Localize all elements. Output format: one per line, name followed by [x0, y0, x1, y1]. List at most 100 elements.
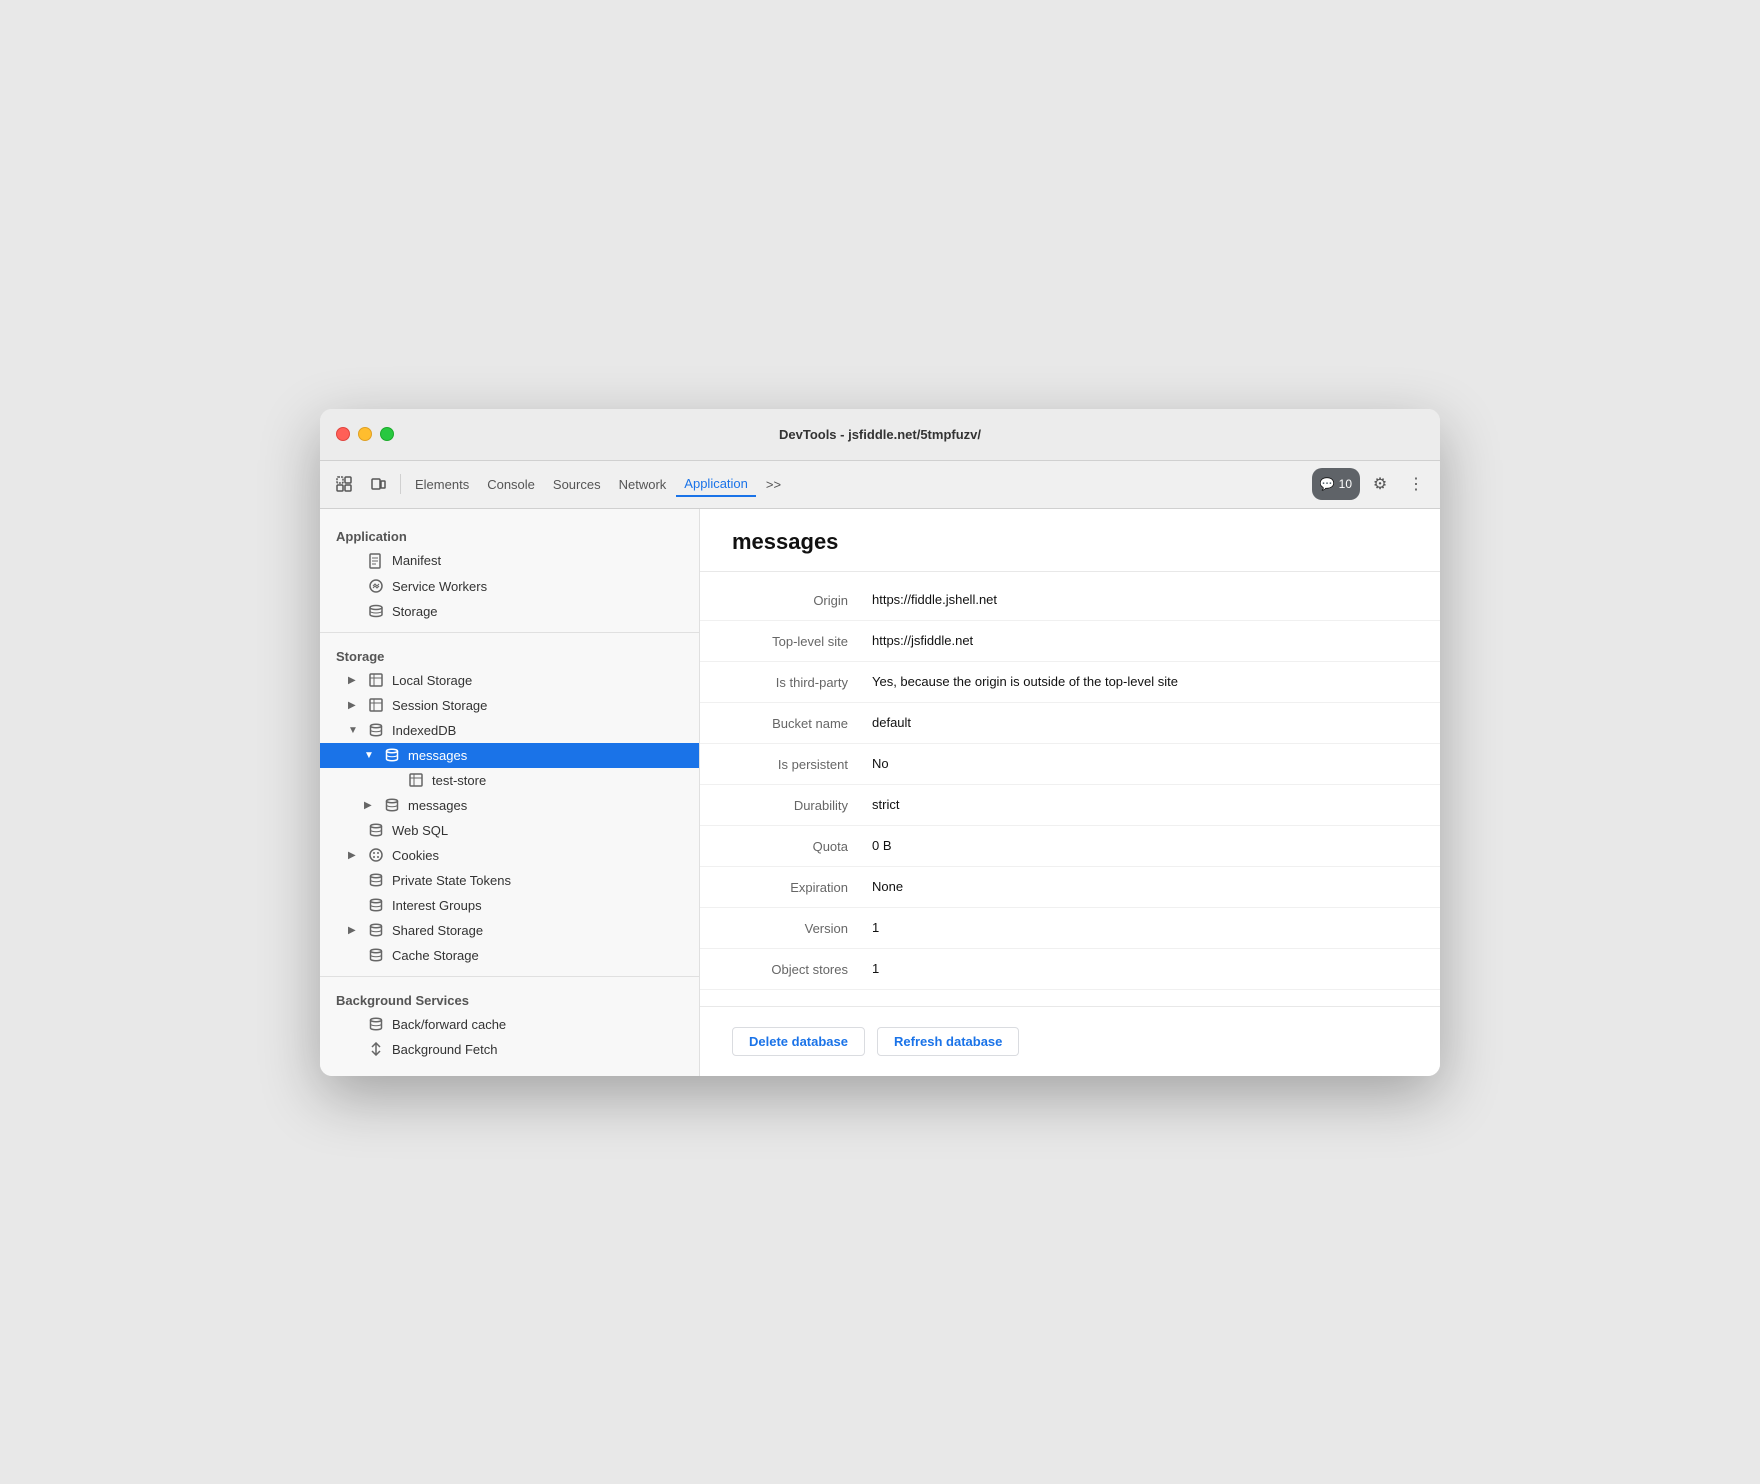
sidebar-item-private-state-tokens[interactable]: ▶ Private State Tokens	[320, 868, 699, 893]
label-top-level-site: Top-level site	[732, 633, 872, 649]
sidebar-item-indexeddb[interactable]: ▼ IndexedDB	[320, 718, 699, 743]
more-options-btn[interactable]: ⋮	[1400, 468, 1432, 500]
label-quota: Quota	[732, 838, 872, 854]
cache-storage-label: Cache Storage	[392, 948, 479, 963]
tab-console[interactable]: Console	[479, 473, 543, 496]
websql-label: Web SQL	[392, 823, 448, 838]
settings-btn[interactable]: ⚙	[1364, 468, 1396, 500]
sidebar-item-cache-storage[interactable]: ▶ Cache Storage	[320, 943, 699, 968]
sidebar-item-messages-sub[interactable]: ▶ messages	[320, 793, 699, 818]
section-background: Background Services	[320, 985, 699, 1012]
tab-application[interactable]: Application	[676, 472, 756, 497]
manifest-label: Manifest	[392, 553, 441, 568]
sidebar-item-back-forward-cache[interactable]: ▶ Back/forward cache	[320, 1012, 699, 1037]
session-storage-icon	[368, 698, 384, 712]
sidebar-item-shared-storage[interactable]: ▶ Shared Storage	[320, 918, 699, 943]
websql-icon	[368, 823, 384, 837]
background-fetch-label: Background Fetch	[392, 1042, 498, 1057]
cookies-label: Cookies	[392, 848, 439, 863]
label-is-third-party: Is third-party	[732, 674, 872, 690]
sidebar: Application ▶ Manifest ▶	[320, 509, 700, 1076]
local-storage-label: Local Storage	[392, 673, 472, 688]
sidebar-item-websql[interactable]: ▶ Web SQL	[320, 818, 699, 843]
badge-icon: 💬	[1320, 477, 1335, 491]
value-origin: https://fiddle.jshell.net	[872, 592, 1408, 607]
value-bucket-name: default	[872, 715, 1408, 730]
inspector-icon-btn[interactable]	[328, 468, 360, 500]
value-expiration: None	[872, 879, 1408, 894]
toolbar-right: 💬 10 ⚙ ⋮	[1312, 468, 1432, 500]
tab-elements[interactable]: Elements	[407, 473, 477, 496]
messages-sub-icon	[384, 798, 400, 812]
cookies-icon	[368, 848, 384, 862]
label-bucket-name: Bucket name	[732, 715, 872, 731]
main-area: Application ▶ Manifest ▶	[320, 509, 1440, 1076]
device-toggle-btn[interactable]	[362, 468, 394, 500]
field-durability: Durability strict	[700, 785, 1440, 826]
devtools-window: DevTools - jsfiddle.net/5tmpfuzv/ Elemen…	[320, 409, 1440, 1076]
sidebar-div-2	[320, 976, 699, 977]
content-title: messages	[732, 529, 1408, 555]
messages-db-icon	[384, 748, 400, 762]
content-panel: messages Origin https://fiddle.jshell.ne…	[700, 509, 1440, 1076]
sidebar-item-storage-app[interactable]: ▶ Storage	[320, 599, 699, 624]
messages-sub-chevron: ▶	[364, 800, 376, 811]
field-origin: Origin https://fiddle.jshell.net	[700, 580, 1440, 621]
label-is-persistent: Is persistent	[732, 756, 872, 772]
minimize-button[interactable]	[358, 427, 372, 441]
window-title: DevTools - jsfiddle.net/5tmpfuzv/	[779, 427, 981, 442]
section-storage: Storage	[320, 641, 699, 668]
delete-database-button[interactable]: Delete database	[732, 1027, 865, 1056]
action-bar: Delete database Refresh database	[700, 1006, 1440, 1076]
sidebar-item-local-storage[interactable]: ▶ Local Storage	[320, 668, 699, 693]
ig-icon	[368, 898, 384, 912]
field-version: Version 1	[700, 908, 1440, 949]
sidebar-item-interest-groups[interactable]: ▶ Interest Groups	[320, 893, 699, 918]
field-expiration: Expiration None	[700, 867, 1440, 908]
sidebar-item-session-storage[interactable]: ▶ Session Storage	[320, 693, 699, 718]
test-store-label: test-store	[432, 773, 486, 788]
toolbar-sep-1	[400, 474, 401, 494]
close-button[interactable]	[336, 427, 350, 441]
indexeddb-icon	[368, 723, 384, 737]
tab-network[interactable]: Network	[611, 473, 675, 496]
background-fetch-icon	[368, 1042, 384, 1056]
back-forward-cache-icon	[368, 1017, 384, 1031]
label-durability: Durability	[732, 797, 872, 813]
refresh-database-button[interactable]: Refresh database	[877, 1027, 1019, 1056]
section-application: Application	[320, 521, 699, 548]
value-durability: strict	[872, 797, 1408, 812]
value-object-stores: 1	[872, 961, 1408, 976]
badge-number: 10	[1339, 477, 1352, 491]
sidebar-item-manifest[interactable]: ▶ Manifest	[320, 548, 699, 574]
tab-sources[interactable]: Sources	[545, 473, 609, 496]
field-quota: Quota 0 B	[700, 826, 1440, 867]
value-version: 1	[872, 920, 1408, 935]
content-header: messages	[700, 509, 1440, 572]
back-forward-cache-label: Back/forward cache	[392, 1017, 506, 1032]
value-is-third-party: Yes, because the origin is outside of th…	[872, 674, 1408, 689]
pst-label: Private State Tokens	[392, 873, 511, 888]
pst-icon	[368, 873, 384, 887]
ig-label: Interest Groups	[392, 898, 482, 913]
badge-count[interactable]: 💬 10	[1312, 468, 1360, 500]
label-expiration: Expiration	[732, 879, 872, 895]
field-is-third-party: Is third-party Yes, because the origin i…	[700, 662, 1440, 703]
sidebar-item-messages-db[interactable]: ▼ messages	[320, 743, 699, 768]
local-storage-icon	[368, 673, 384, 687]
service-workers-label: Service Workers	[392, 579, 487, 594]
sidebar-item-service-workers[interactable]: ▶ Service Workers	[320, 574, 699, 599]
field-top-level-site: Top-level site https://jsfiddle.net	[700, 621, 1440, 662]
maximize-button[interactable]	[380, 427, 394, 441]
traffic-lights	[336, 427, 394, 441]
sidebar-item-test-store[interactable]: ▶ test-store	[320, 768, 699, 793]
value-is-persistent: No	[872, 756, 1408, 771]
sidebar-item-background-fetch[interactable]: ▶ Background Fetch	[320, 1037, 699, 1062]
storage-app-icon	[368, 604, 384, 618]
sidebar-item-cookies[interactable]: ▶ Cookies	[320, 843, 699, 868]
toolbar: Elements Console Sources Network Applica…	[320, 461, 1440, 509]
service-workers-icon	[368, 579, 384, 593]
label-version: Version	[732, 920, 872, 936]
more-tabs-btn[interactable]: >>	[758, 473, 789, 496]
indexeddb-label: IndexedDB	[392, 723, 456, 738]
